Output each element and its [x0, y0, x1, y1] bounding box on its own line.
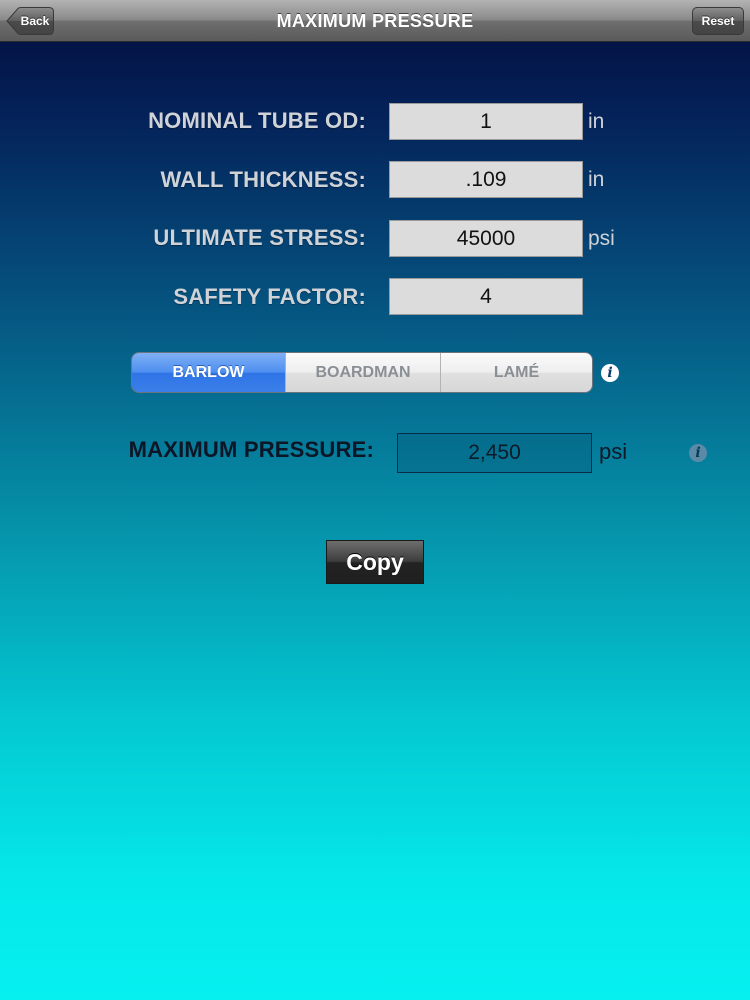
segment-boardman[interactable]: BOARDMAN	[285, 353, 440, 392]
safety-factor-input[interactable]: 4	[389, 278, 583, 315]
wall-thickness-unit: in	[588, 168, 605, 191]
navigation-bar: Back MAXIMUM PRESSURE Reset	[0, 0, 750, 42]
tube-od-input[interactable]: 1	[389, 103, 583, 140]
reset-button[interactable]: Reset	[692, 7, 744, 35]
result-info-icon[interactable]: i	[689, 444, 707, 462]
result-unit: psi	[599, 439, 628, 464]
copy-button[interactable]: Copy	[326, 540, 424, 584]
result-label: MAXIMUM PRESSURE:	[128, 437, 374, 462]
safety-factor-label: SAFETY FACTOR:	[173, 284, 366, 309]
formula-segmented-control: BARLOW BOARDMAN LAMÉ	[131, 352, 593, 393]
wall-thickness-label: WALL THICKNESS:	[160, 167, 366, 192]
ultimate-stress-label: ULTIMATE STRESS:	[153, 225, 366, 250]
tube-od-label: NOMINAL TUBE OD:	[148, 108, 366, 133]
result-value: 2,450	[397, 433, 592, 473]
segment-lame[interactable]: LAMÉ	[440, 353, 592, 392]
formula-info-icon[interactable]: i	[601, 364, 619, 382]
tube-od-unit: in	[588, 110, 605, 133]
wall-thickness-input[interactable]: .109	[389, 161, 583, 198]
ultimate-stress-unit: psi	[588, 227, 615, 250]
ultimate-stress-input[interactable]: 45000	[389, 220, 583, 257]
page-title: MAXIMUM PRESSURE	[276, 11, 474, 31]
segment-barlow[interactable]: BARLOW	[132, 353, 285, 392]
